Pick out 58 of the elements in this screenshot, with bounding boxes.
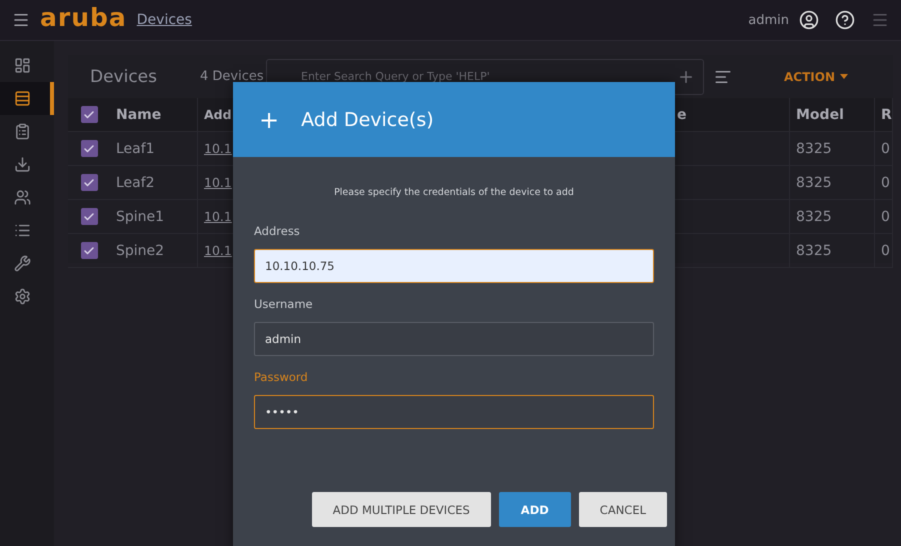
- table-cell: 8325: [790, 234, 875, 267]
- column-header: Model: [790, 98, 875, 131]
- download-icon: [14, 156, 31, 173]
- dialog-button[interactable]: CANCEL: [578, 492, 667, 527]
- list-icon: [14, 222, 31, 239]
- checkbox[interactable]: [80, 174, 98, 191]
- table-cell: 0: [875, 166, 893, 199]
- table-cell: 8325: [790, 200, 875, 233]
- table-cell: 0: [875, 234, 893, 267]
- column-header: Name: [110, 98, 198, 131]
- input-field[interactable]: 10.10.10.75: [254, 249, 654, 283]
- user-name: admin: [748, 12, 789, 28]
- server-list-icon: [14, 90, 31, 107]
- input-field[interactable]: •••••: [254, 395, 654, 429]
- table-cell: Spine2: [110, 234, 198, 267]
- device-count: 4 Devices: [200, 69, 265, 84]
- check-icon: [83, 142, 95, 154]
- menu-icon[interactable]: [12, 11, 30, 29]
- checkbox[interactable]: [80, 242, 98, 259]
- caret-icon: [840, 74, 848, 79]
- dashboard-icon: [14, 57, 31, 74]
- settings-icon: [14, 288, 31, 305]
- dialog-title: Add Device(s): [301, 108, 434, 130]
- action-button[interactable]: ACTION: [778, 68, 854, 84]
- sidebar-item[interactable]: [0, 82, 54, 115]
- check-icon: [83, 108, 95, 120]
- table-cell: 0: [875, 132, 893, 165]
- table-cell: 8325: [790, 166, 875, 199]
- help-icon[interactable]: [835, 10, 855, 30]
- column-header: R: [875, 98, 893, 131]
- field-label: Password: [254, 370, 309, 384]
- search-field[interactable]: Enter Search Query or Type 'HELP': [267, 69, 669, 84]
- add-button[interactable]: ADD: [498, 492, 571, 527]
- users-icon: [14, 189, 31, 206]
- check-icon: [83, 244, 95, 256]
- user-icon[interactable]: [799, 10, 819, 30]
- checkbox[interactable]: [80, 140, 98, 157]
- search-field[interactable]: Enter Search Query or Type 'HELP': [266, 58, 704, 94]
- dialog-message: Please specify the credentials of the device to add: [333, 187, 575, 198]
- checkbox[interactable]: [80, 208, 98, 225]
- input-field[interactable]: admin: [254, 322, 654, 356]
- panel-title: Devices: [90, 66, 158, 86]
- table-cell: Spine1: [110, 200, 198, 233]
- checkbox[interactable]: [80, 106, 98, 123]
- plus-icon: +: [259, 106, 280, 134]
- logo: aruba: [40, 5, 127, 30]
- check-icon: [83, 176, 95, 188]
- field-label: Username: [254, 297, 314, 311]
- field-label: Address: [254, 224, 301, 238]
- table-cell: Leaf1: [110, 132, 198, 165]
- clipboard-icon: [14, 123, 31, 140]
- check-icon: [83, 210, 95, 222]
- table-cell: 0: [875, 200, 893, 233]
- dialog-button[interactable]: ADD MULTIPLE DEVICES: [312, 492, 491, 527]
- wrench-icon: [14, 255, 31, 272]
- table-cell: Leaf2: [110, 166, 198, 199]
- breadcrumb-link[interactable]: Devices: [136, 12, 192, 28]
- table-cell: 8325: [790, 132, 875, 165]
